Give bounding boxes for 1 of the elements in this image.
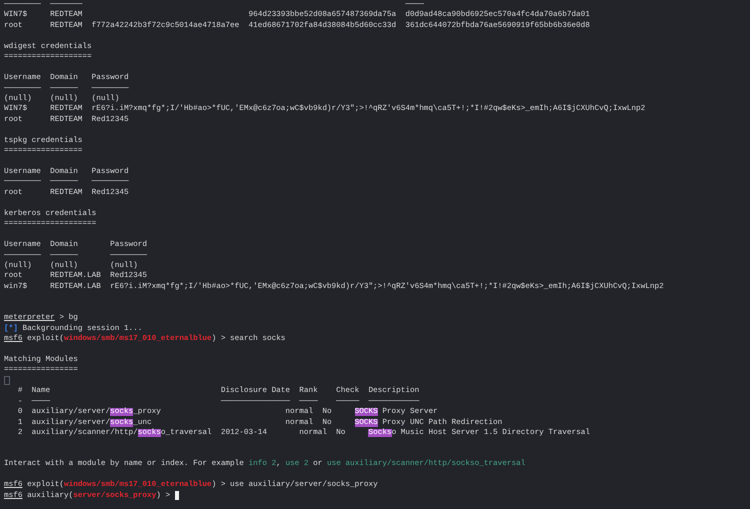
placeholder-glyph-icon — [4, 376, 10, 386]
